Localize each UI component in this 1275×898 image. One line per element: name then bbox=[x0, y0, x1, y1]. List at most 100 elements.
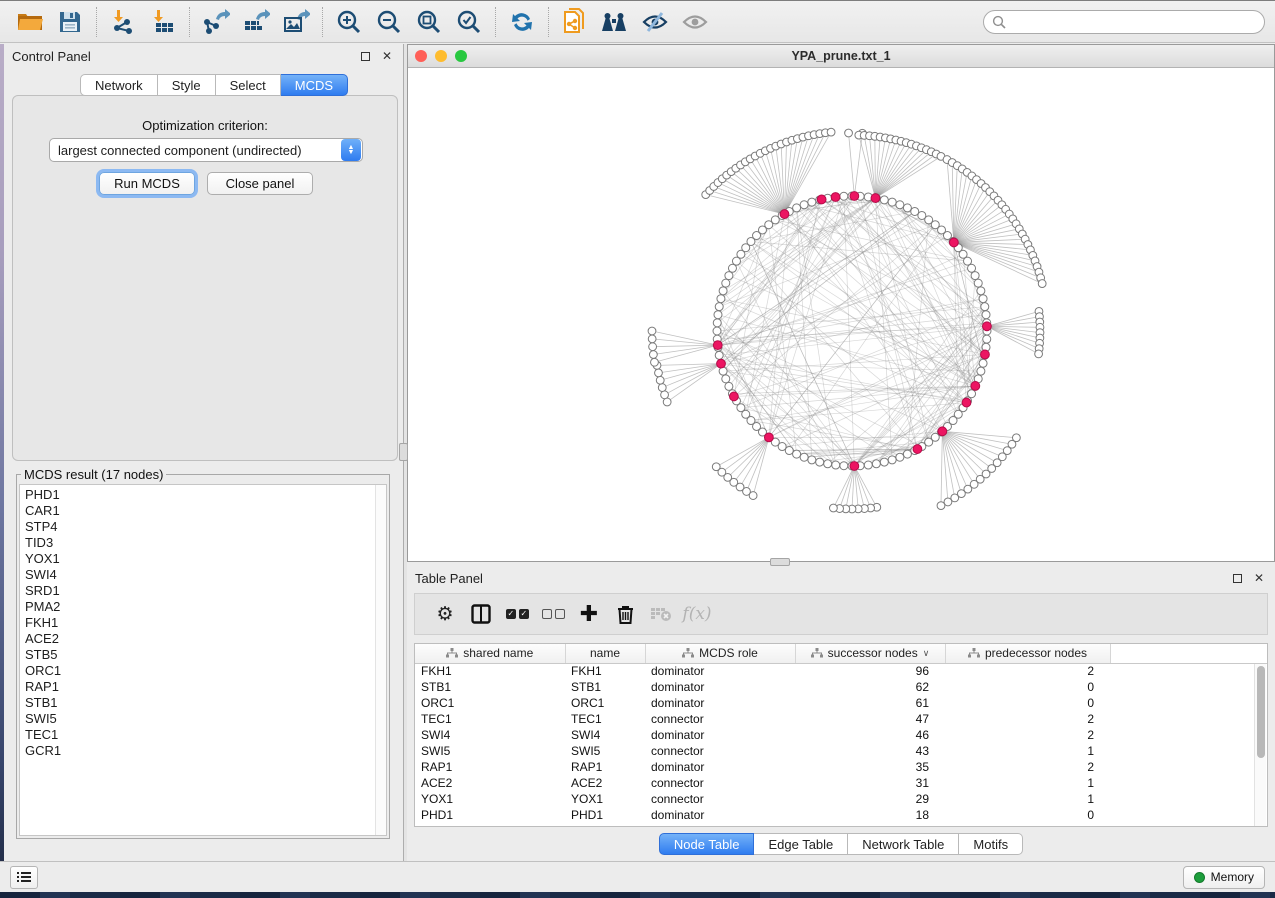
network-node[interactable] bbox=[888, 456, 896, 464]
network-leaf-node[interactable] bbox=[845, 129, 853, 137]
network-node[interactable] bbox=[816, 458, 824, 466]
network-leaf-node[interactable] bbox=[661, 391, 669, 399]
mcds-node[interactable] bbox=[913, 445, 922, 454]
tab-network-table[interactable]: Network Table bbox=[848, 833, 959, 855]
mcds-result-item[interactable]: ACE2 bbox=[25, 631, 386, 647]
mcds-node[interactable] bbox=[983, 322, 992, 331]
float-table-panel-icon[interactable] bbox=[1229, 570, 1245, 586]
horizontal-splitter-handle[interactable] bbox=[770, 558, 790, 566]
network-node[interactable] bbox=[864, 461, 872, 469]
column-header-shared-name[interactable]: shared name bbox=[415, 644, 565, 663]
mcds-result-item[interactable]: ORC1 bbox=[25, 663, 386, 679]
mcds-result-item[interactable]: PMA2 bbox=[25, 599, 386, 615]
network-leaf-node[interactable] bbox=[1038, 280, 1046, 288]
mcds-result-item[interactable]: SWI5 bbox=[25, 711, 386, 727]
mcds-result-item[interactable]: YOX1 bbox=[25, 551, 386, 567]
column-header-predecessor-nodes[interactable]: predecessor nodes bbox=[945, 644, 1110, 663]
zoom-in-icon[interactable] bbox=[329, 5, 369, 39]
network-node[interactable] bbox=[713, 327, 721, 335]
mcds-node[interactable] bbox=[850, 192, 859, 201]
search-field[interactable] bbox=[983, 10, 1265, 34]
deselect-all-icon[interactable] bbox=[535, 599, 571, 629]
mcds-node[interactable] bbox=[962, 398, 971, 407]
column-view-icon[interactable] bbox=[463, 599, 499, 629]
table-settings-icon[interactable]: ⚙ bbox=[427, 599, 463, 629]
network-node[interactable] bbox=[872, 460, 880, 468]
mcds-node[interactable] bbox=[871, 194, 880, 203]
network-node[interactable] bbox=[977, 367, 985, 375]
network-node[interactable] bbox=[717, 295, 725, 303]
vertical-splitter-handle[interactable] bbox=[399, 443, 408, 461]
mcds-node[interactable] bbox=[764, 433, 773, 442]
new-network-from-selection-icon[interactable] bbox=[555, 5, 595, 39]
export-network-icon[interactable] bbox=[196, 5, 236, 39]
network-node[interactable] bbox=[983, 335, 991, 343]
network-node[interactable] bbox=[719, 287, 727, 295]
hide-selected-icon[interactable] bbox=[635, 5, 675, 39]
network-node[interactable] bbox=[896, 201, 904, 209]
run-mcds-button[interactable]: Run MCDS bbox=[99, 172, 195, 195]
table-row[interactable]: STB1STB1dominator620 bbox=[415, 679, 1267, 695]
network-node[interactable] bbox=[903, 450, 911, 458]
network-node[interactable] bbox=[808, 456, 816, 464]
network-node[interactable] bbox=[971, 272, 979, 280]
float-panel-icon[interactable] bbox=[357, 48, 373, 64]
tab-motifs[interactable]: Motifs bbox=[959, 833, 1023, 855]
network-leaf-node[interactable] bbox=[655, 369, 663, 377]
network-node[interactable] bbox=[896, 453, 904, 461]
tab-network[interactable]: Network bbox=[80, 74, 158, 96]
zoom-fit-icon[interactable] bbox=[409, 5, 449, 39]
delete-column-icon[interactable] bbox=[607, 599, 643, 629]
mcds-result-item[interactable]: GCR1 bbox=[25, 743, 386, 759]
network-graph-canvas[interactable] bbox=[408, 69, 1274, 562]
apply-layout-icon[interactable] bbox=[502, 5, 542, 39]
mcds-node[interactable] bbox=[850, 462, 859, 471]
tab-edge-table[interactable]: Edge Table bbox=[754, 833, 848, 855]
mcds-list-scrollbar[interactable] bbox=[375, 485, 386, 835]
network-node[interactable] bbox=[840, 462, 848, 470]
table-row[interactable]: PHD1PHD1dominator180 bbox=[415, 807, 1267, 823]
memory-button[interactable]: Memory bbox=[1183, 866, 1265, 889]
network-node[interactable] bbox=[715, 303, 723, 311]
task-history-button[interactable] bbox=[10, 866, 38, 889]
zoom-selected-icon[interactable] bbox=[449, 5, 489, 39]
network-node[interactable] bbox=[800, 201, 808, 209]
network-window-titlebar[interactable]: YPA_prune.txt_1 bbox=[408, 45, 1274, 68]
table-row[interactable]: ORC1ORC1dominator610 bbox=[415, 695, 1267, 711]
network-node[interactable] bbox=[979, 295, 987, 303]
network-leaf-node[interactable] bbox=[937, 502, 945, 510]
tab-style[interactable]: Style bbox=[158, 74, 216, 96]
network-node[interactable] bbox=[888, 198, 896, 206]
table-row[interactable]: FKH1FKH1dominator962 bbox=[415, 663, 1267, 679]
mcds-result-item[interactable]: SRD1 bbox=[25, 583, 386, 599]
mcds-result-item[interactable]: TID3 bbox=[25, 535, 386, 551]
network-node[interactable] bbox=[832, 461, 840, 469]
network-node[interactable] bbox=[880, 196, 888, 204]
network-node[interactable] bbox=[903, 204, 911, 212]
network-node[interactable] bbox=[715, 351, 723, 359]
mcds-node[interactable] bbox=[713, 341, 722, 350]
first-neighbors-icon[interactable] bbox=[595, 5, 635, 39]
network-leaf-node[interactable] bbox=[827, 128, 835, 136]
close-panel-button[interactable]: Close panel bbox=[207, 172, 313, 195]
network-node[interactable] bbox=[793, 450, 801, 458]
network-leaf-node[interactable] bbox=[648, 327, 656, 335]
optimization-criterion-select[interactable]: largest connected component (undirected)… bbox=[49, 138, 363, 162]
column-header-successor-nodes[interactable]: successor nodes∨ bbox=[795, 644, 945, 663]
network-node[interactable] bbox=[800, 453, 808, 461]
tab-mcds[interactable]: MCDS bbox=[281, 74, 348, 96]
network-node[interactable] bbox=[808, 198, 816, 206]
mcds-node[interactable] bbox=[971, 382, 980, 391]
mcds-node[interactable] bbox=[817, 195, 826, 204]
mcds-node[interactable] bbox=[730, 392, 739, 401]
zoom-out-icon[interactable] bbox=[369, 5, 409, 39]
network-leaf-node[interactable] bbox=[1035, 350, 1043, 358]
mcds-node[interactable] bbox=[938, 427, 947, 436]
mcds-result-item[interactable]: SWI4 bbox=[25, 567, 386, 583]
mcds-result-item[interactable]: FKH1 bbox=[25, 615, 386, 631]
network-node[interactable] bbox=[824, 460, 832, 468]
network-leaf-node[interactable] bbox=[663, 398, 671, 406]
network-node[interactable] bbox=[714, 311, 722, 319]
mcds-result-item[interactable]: RAP1 bbox=[25, 679, 386, 695]
network-leaf-node[interactable] bbox=[829, 504, 837, 512]
